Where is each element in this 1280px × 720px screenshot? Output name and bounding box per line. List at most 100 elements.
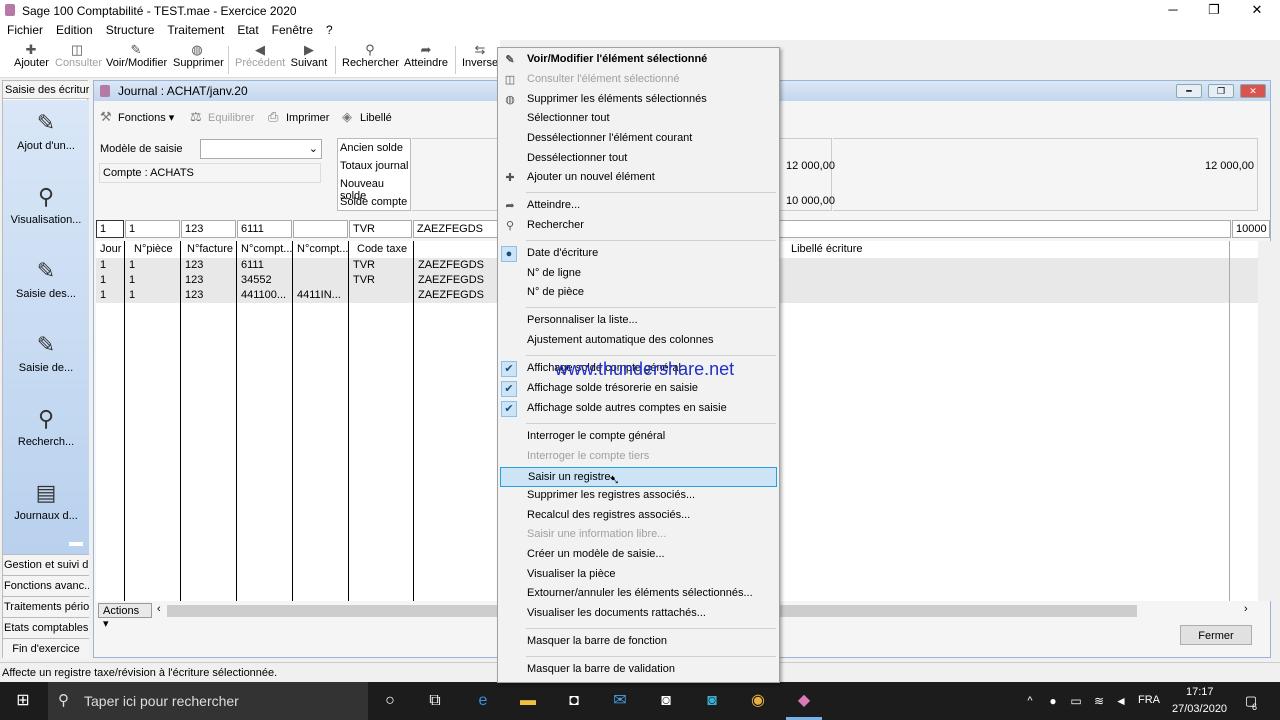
menu-item-masquer-validation[interactable]: Masquer la barre de validation bbox=[498, 660, 779, 680]
language-indicator[interactable]: FRA bbox=[1138, 694, 1160, 706]
close-button[interactable]: ✕ bbox=[1237, 0, 1277, 21]
menu-fenetre[interactable]: Fenêtre bbox=[265, 21, 319, 37]
sidebar-item-journaux[interactable]: ▤ Journaux d... bbox=[3, 480, 89, 522]
notification-icon[interactable]: ▢ bbox=[1240, 691, 1262, 711]
task-view-icon[interactable]: ⧉ bbox=[424, 691, 446, 711]
menu-item-creer-modele[interactable]: Créer un modèle de saisie... bbox=[498, 545, 779, 565]
mail-icon[interactable]: ✉ bbox=[609, 691, 631, 711]
sidebar-item-saisie-des[interactable]: ✎ Saisie des... bbox=[3, 258, 89, 300]
menu-edition[interactable]: Edition bbox=[49, 21, 99, 37]
app-icon[interactable]: ◙ bbox=[655, 691, 677, 711]
menu-item-recalcul-registres[interactable]: Recalcul des registres associés... bbox=[498, 506, 779, 526]
menu-item-documents-rattaches[interactable]: Visualiser les documents rattachés... bbox=[498, 604, 779, 624]
col-code-taxe[interactable]: Code taxe bbox=[357, 243, 407, 255]
edge-icon[interactable]: e bbox=[472, 691, 494, 711]
minimize-button[interactable]: ─ bbox=[1153, 0, 1193, 21]
clock-time[interactable]: 17:17 bbox=[1186, 686, 1214, 698]
modele-select[interactable]: ⌄ bbox=[200, 139, 322, 159]
menu-item-personnaliser[interactable]: Personnaliser la liste... bbox=[498, 311, 779, 331]
input-jour[interactable]: 1 bbox=[96, 220, 124, 238]
fonctions-button[interactable]: ⚒ Fonctions ▾ bbox=[100, 109, 174, 125]
input-libelle[interactable]: ZAEZFEGDS bbox=[413, 220, 498, 238]
menu-item-atteindre[interactable]: ➦ Atteindre... bbox=[498, 196, 779, 216]
menu-traitement[interactable]: Traitement bbox=[160, 21, 230, 37]
input-compte-general[interactable]: 6111 bbox=[237, 220, 292, 238]
col-piece[interactable]: N°pièce bbox=[134, 243, 173, 255]
actions-dropdown[interactable]: Actions ▾ bbox=[98, 603, 152, 630]
sidebar-button-fin-exercice[interactable]: Fin d'exercice bbox=[3, 638, 89, 659]
clock-date[interactable]: 27/03/2020 bbox=[1172, 703, 1227, 715]
input-piece[interactable]: 1 bbox=[125, 220, 180, 238]
menu-item-affichage-solde-autres[interactable]: ✔ Affichage solde autres comptes en saisi… bbox=[498, 399, 779, 419]
fermer-button[interactable]: Fermer bbox=[1180, 625, 1252, 645]
app-icon[interactable]: ◙ bbox=[701, 691, 723, 711]
menu-item-deselectionner-courant[interactable]: Dessélectionner l'élément courant bbox=[498, 129, 779, 149]
atteindre-button[interactable]: ➦ Atteindre bbox=[404, 43, 448, 69]
sidebar-item-saisie-de[interactable]: ✎ Saisie de... bbox=[3, 332, 89, 374]
col-compte-tiers[interactable]: N°compt... bbox=[297, 243, 348, 255]
microphone-icon[interactable]: ● bbox=[1042, 691, 1064, 711]
sidebar-button-etats[interactable]: Etats comptables... bbox=[3, 617, 89, 638]
journal-close-button[interactable]: ✕ bbox=[1240, 84, 1266, 98]
supprimer-button[interactable]: ◍ Supprimer bbox=[173, 43, 224, 69]
sidebar-button-gestion[interactable]: Gestion et suivi d... bbox=[3, 554, 89, 575]
menu-item-consulter[interactable]: ◫ Consulter l'élément sélectionné bbox=[498, 70, 779, 90]
menu-item-extourner[interactable]: Extourner/annuler les éléments sélection… bbox=[498, 584, 779, 604]
suivant-button[interactable]: ▶ Suivant bbox=[290, 43, 328, 69]
menu-help[interactable]: ? bbox=[319, 21, 339, 37]
menu-item-date-ecriture[interactable]: ● Date d'écriture bbox=[498, 244, 779, 264]
volume-icon[interactable]: ◄ bbox=[1110, 691, 1132, 711]
menu-item-voir-modifier[interactable]: ✎ Voir/Modifier l'élément sélectionné bbox=[498, 50, 779, 70]
chrome-icon[interactable]: ◉ bbox=[747, 691, 769, 711]
menu-item-info-libre[interactable]: Saisir une information libre... bbox=[498, 525, 779, 545]
sidebar-button-fonctions[interactable]: Fonctions avanc... bbox=[3, 575, 89, 596]
menu-item-interroger-tiers[interactable]: Interroger le compte tiers bbox=[498, 447, 779, 467]
menu-item-selectionner-tout[interactable]: Sélectionner tout bbox=[498, 109, 779, 129]
col-jour[interactable]: Jour bbox=[100, 243, 121, 255]
chevron-up-icon[interactable]: ^ bbox=[1019, 691, 1041, 711]
libelle-button[interactable]: ◈ Libellé bbox=[342, 109, 392, 125]
input-code-taxe[interactable]: TVR bbox=[349, 220, 412, 238]
menu-item-no-ligne[interactable]: N° de ligne bbox=[498, 264, 779, 284]
menu-item-interroger-general[interactable]: Interroger le compte général bbox=[498, 427, 779, 447]
sidebar-header[interactable]: Saisie des écritur... bbox=[3, 81, 89, 99]
menu-item-ajustement[interactable]: Ajustement automatique des colonnes bbox=[498, 331, 779, 351]
journal-restore-button[interactable]: ❐ bbox=[1208, 84, 1234, 98]
menu-structure[interactable]: Structure bbox=[99, 21, 161, 37]
menu-item-saisir-registre[interactable]: Saisir un registre ➷ bbox=[500, 467, 777, 487]
voir-modifier-button[interactable]: ✎ Voir/Modifier bbox=[106, 43, 167, 69]
sage-icon[interactable]: ◆ bbox=[793, 691, 815, 711]
sidebar-item-recherche[interactable]: ⚲ Recherch... bbox=[3, 406, 89, 448]
sidebar-item-ajout[interactable]: ✎ Ajout d'un... bbox=[3, 110, 89, 152]
input-facture[interactable]: 123 bbox=[181, 220, 236, 238]
collapse-handle[interactable] bbox=[69, 542, 83, 546]
vertical-scrollbar[interactable] bbox=[1258, 241, 1271, 601]
menu-item-masquer-fonction[interactable]: Masquer la barre de fonction bbox=[498, 632, 779, 652]
col-libelle-ecriture[interactable]: Libellé écriture bbox=[791, 243, 863, 255]
col-compte-general[interactable]: N°compt... bbox=[241, 243, 292, 255]
rechercher-button[interactable]: ⚲ Rechercher bbox=[342, 43, 399, 69]
menu-item-supprimer-registres[interactable]: Supprimer les registres associés... bbox=[498, 486, 779, 506]
journal-minimize-button[interactable]: ━ bbox=[1176, 84, 1202, 98]
windows-start-icon[interactable]: ⊞ bbox=[12, 691, 34, 711]
equilibrer-button[interactable]: ⚖ Equilibrer bbox=[190, 109, 254, 125]
menu-fichier[interactable]: Fichier bbox=[0, 21, 49, 37]
scroll-right-icon[interactable]: › bbox=[1244, 603, 1248, 615]
menu-item-deselectionner-tout[interactable]: Dessélectionner tout bbox=[498, 149, 779, 169]
menu-item-no-piece[interactable]: N° de pièce bbox=[498, 283, 779, 303]
menu-etat[interactable]: Etat bbox=[230, 21, 264, 37]
sidebar-button-traitements[interactable]: Traitements pério... bbox=[3, 596, 89, 617]
imprimer-button[interactable]: ⎙ Imprimer bbox=[268, 109, 329, 125]
precedent-button[interactable]: ◀ Précédent bbox=[235, 43, 285, 69]
inverse-button[interactable]: ⇆ Inverse bbox=[462, 43, 498, 69]
file-explorer-icon[interactable]: ▬ bbox=[517, 691, 539, 711]
sidebar-item-visualisation[interactable]: ⚲ Visualisation... bbox=[3, 184, 89, 226]
col-facture[interactable]: N°facture bbox=[187, 243, 233, 255]
menu-item-affichage-solde-tresorerie[interactable]: ✔ Affichage solde trésorerie en saisie bbox=[498, 379, 779, 399]
scroll-left-icon[interactable]: ‹ bbox=[157, 603, 161, 615]
input-compte-tiers[interactable] bbox=[293, 220, 348, 238]
menu-item-ajouter[interactable]: ✚ Ajouter un nouvel élément bbox=[498, 168, 779, 188]
ajouter-button[interactable]: ✚ Ajouter bbox=[14, 43, 49, 69]
menu-item-supprimer[interactable]: ◍ Supprimer les éléments sélectionnés bbox=[498, 90, 779, 110]
restore-button[interactable]: ❐ bbox=[1194, 0, 1234, 21]
